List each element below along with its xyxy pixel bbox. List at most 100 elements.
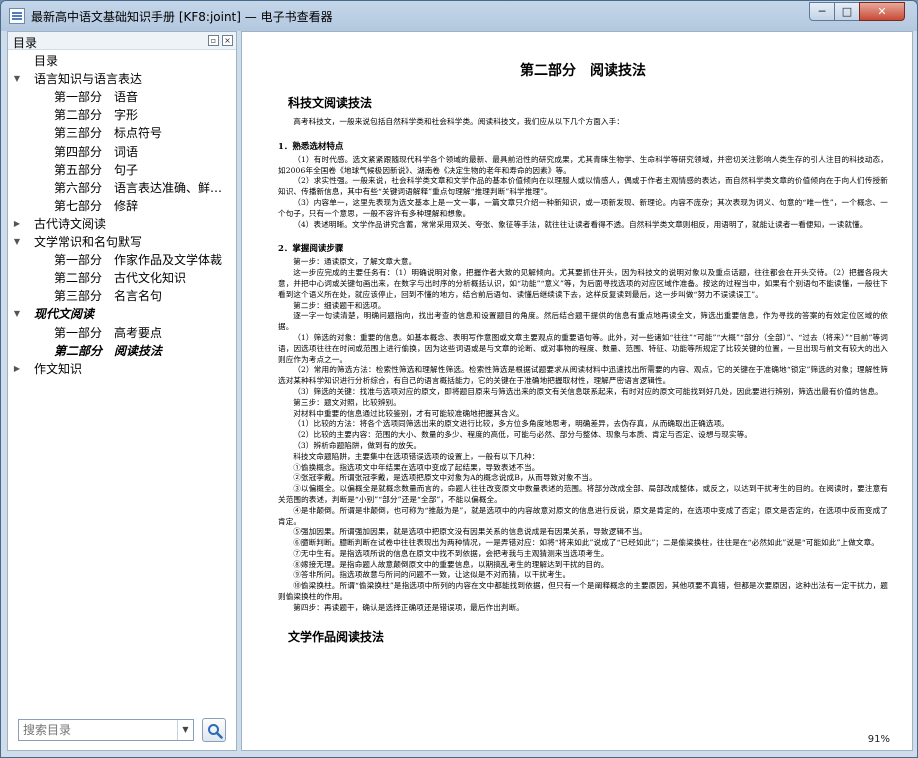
maximize-button[interactable]: □: [834, 2, 860, 21]
body-paragraph: ⑧嫁接无理。是指命题人故意颠倒原文中的重要信息，以期搞乱考生的理解达到干扰的目的…: [293, 559, 609, 569]
expanded-arrow-icon[interactable]: ▼: [12, 305, 22, 323]
toc-item[interactable]: 第一部分 高考要点: [54, 324, 234, 342]
body-paragraph: （2）求实性强。一般来说，社会科学类文章和文学作品的基本价值倾向在以理服人或以情…: [278, 176, 888, 197]
body-paragraph: 这一步应完成的主要任务有：（1）明确说明对象，把握作者大致的见解倾向。尤其要抓住…: [278, 268, 888, 299]
expanded-arrow-icon[interactable]: ▼: [12, 70, 22, 88]
toc-search-input[interactable]: [19, 720, 177, 740]
body-paragraph: 第二步：细读题干和选项。: [293, 300, 386, 310]
body-paragraph: （4）表述明晰。文学作品讲究含蓄，常常采用双关、夸张、象征等手法，就往往让读者看…: [293, 219, 868, 229]
toc-item[interactable]: 第四部分 词语: [54, 143, 234, 161]
toc-item[interactable]: 第三部分 名言名句: [54, 287, 234, 305]
body-paragraph: 第三步：题文对照，比较辨别。: [293, 397, 401, 407]
toc-item-label: 标点符号: [114, 126, 163, 141]
body-paragraph: （2）常用的筛选方法：检索性筛选和理解性筛选。检索性筛选是根据试题要求从阅读材料…: [278, 365, 888, 386]
toc-item-label: 句子: [114, 162, 139, 177]
toc-item-label: 语音: [114, 90, 139, 105]
toc-item[interactable]: 第一部分 语音: [54, 88, 234, 106]
toc-item-label: 名言名句: [114, 289, 163, 304]
book-viewer-icon: [9, 8, 25, 24]
toc-item-label: 阅读技法: [114, 343, 163, 358]
toc-tree: 目录 ▼ 语言知识与语言表达 第一部分 语音 第二部分 字形 第三部分 标点符号 第四部分 词语 第五…: [8, 52, 236, 732]
body-paragraph: ⑥臆断判断。臆断判断在试卷中往往表现出为两种情况，一是弄错对应：如将“将来如此”…: [293, 538, 879, 548]
toc-item-label: 目录: [34, 54, 59, 68]
toc-item-part: 第一部分: [54, 253, 103, 268]
collapsed-arrow-icon[interactable]: ▶: [12, 360, 22, 378]
toc-item[interactable]: 第七部分 修辞: [54, 197, 234, 215]
body-paragraph: 科技文命题陷阱，主要集中在选项错误选项的设置上，一般有以下几种：: [293, 451, 540, 461]
body-paragraph: 第一步：通读原文，了解文章大意。: [293, 257, 417, 267]
minimize-button[interactable]: ─: [809, 2, 835, 21]
toc-item[interactable]: ▶ 作文知识: [12, 360, 234, 378]
toc-item-part: 第二部分: [54, 271, 103, 286]
toc-item[interactable]: 第六部分 语言表达准确、鲜…: [54, 179, 234, 197]
collapsed-arrow-icon[interactable]: ▶: [12, 215, 22, 233]
toc-item[interactable]: ▼ 文学常识和名句默写: [12, 233, 234, 251]
body-paragraph: （1）比较的方法：将各个选项同筛选出来的原文进行比较，多方位多角度地思考，明确差…: [293, 419, 729, 429]
body-paragraph: ④是非颠倒。所谓是非颠倒，也可称为“推敲为是”，就是选项中的内容故意对原文的信息…: [278, 505, 888, 526]
toc-item-part: 第二部分: [54, 108, 103, 123]
body-paragraph: （3）内容单一，这里先表现为选文基本上是一文一事，一篇文章只介绍一种新知识，或一…: [278, 197, 888, 218]
chapter-title: 第二部分 阅读技法: [520, 63, 646, 79]
paragraph-group-2: 第一步：通读原文，了解文章大意。 这一步应完成的主要任务有：（1）明确说明对象，把…: [278, 257, 888, 613]
toc-item[interactable]: ▼ 现代文阅读: [12, 305, 234, 323]
toc-item-label: 修辞: [114, 198, 139, 213]
body-paragraph: （3）筛选的关键：找准与选项对应的原文，即将题目原来与筛选出来的原文有关信息联系…: [293, 386, 883, 396]
close-window-button[interactable]: ✕: [859, 2, 905, 21]
body-paragraph: （3）辨析命题陷阱，做到有的放矢。: [293, 440, 422, 450]
chevron-down-icon[interactable]: ▼: [177, 720, 193, 740]
subheading-2: 2．掌握阅读步骤: [278, 244, 344, 255]
expanded-arrow-icon[interactable]: ▼: [12, 233, 22, 251]
toc-panel-title: 目录: [13, 36, 38, 50]
body-paragraph: ⑩偷梁换柱。所谓“偷梁换柱”是指选项中所列的内容在文中都能找到依据，但只有一个是…: [278, 581, 888, 602]
toc-item[interactable]: 第二部分 古代文化知识: [54, 269, 234, 287]
toc-item[interactable]: ▶ 古代诗文阅读: [12, 215, 234, 233]
search-button[interactable]: [202, 718, 226, 742]
app-window: 最新高中语文基础知识手册 [KF8:joint] — 电子书查看器 ─ □ ✕ …: [0, 0, 918, 758]
intro-paragraph: 高考科技文，一般来说包括自然科学类和社会科学类。阅读科技文，我们应从以下几个方面…: [293, 117, 625, 126]
body-paragraph: ①偷换概念。指选项文中年结果在选项中变成了起结果，导致表述不当。: [293, 462, 540, 472]
toc-item-label: 文学常识和名句默写: [34, 235, 143, 249]
section-heading: 科技文阅读技法: [288, 96, 373, 110]
toc-panel-header: 目录 ▫ ×: [8, 32, 236, 50]
toc-item-label: 高考要点: [114, 325, 163, 340]
subheading-1: 1．熟悉选材特点: [278, 141, 344, 152]
toc-item-part: 第五部分: [54, 162, 103, 177]
body-paragraph: ⑦无中生有。是指选项所说的信息在原文中找不到依据，会把考我与主观猜测来当选项考生…: [293, 548, 609, 558]
toc-item-label: 古代诗文阅读: [34, 216, 107, 231]
body-paragraph: 逐一字一句读清楚，明确问题指向，找出考查的信息和设置题目的角度。然后结合题干提供…: [278, 311, 888, 332]
toc-item-label: 古代文化知识: [114, 271, 187, 286]
title-bar[interactable]: 最新高中语文基础知识手册 [KF8:joint] — 电子书查看器 ─ □ ✕: [1, 1, 917, 31]
toc-item-label: 语言知识与语言表达: [34, 72, 143, 87]
toc-item-part: 第三部分: [54, 126, 103, 141]
document-page: 第二部分 阅读技法 科技文阅读技法 高考科技文，一般来说包括自然科学类和社会科学…: [278, 60, 888, 645]
toc-item-part: 第三部分: [54, 289, 103, 304]
toc-item-part: 第六部分: [54, 180, 103, 195]
toc-item[interactable]: 目录: [12, 52, 234, 70]
toc-item[interactable]: 第一部分 作家作品及文学体裁: [54, 251, 234, 269]
toc-item[interactable]: 第三部分 标点符号: [54, 124, 234, 142]
float-panel-icon[interactable]: ▫: [208, 35, 219, 46]
search-icon: [208, 724, 223, 739]
toc-item-label: 作文知识: [34, 361, 83, 376]
toc-item[interactable]: 第二部分 字形: [54, 106, 234, 124]
toc-search-box[interactable]: ▼: [18, 719, 194, 741]
body-paragraph: 第四步：再读题干，确认是选择正确项还是错误项，最后作出判断。: [293, 602, 524, 612]
toc-item-label: 字形: [114, 108, 139, 123]
window-title: 最新高中语文基础知识手册 [KF8:joint] — 电子书查看器: [31, 10, 333, 24]
body-paragraph: （1）筛选的对象：重要的信息。如基本概念、表明写作意图或文章主要观点的重要语句等…: [278, 332, 888, 364]
paragraph-group-1: （1）有时代感。选文紧紧跟随现代科学各个领域的最新、最具前沿性的研究成果，尤其青…: [278, 155, 888, 231]
body-paragraph: 对材料中重要的信息通过比较鉴别，才有可能较准确地把握其含义。: [293, 408, 524, 418]
toc-item[interactable]: 第二部分 阅读技法: [54, 342, 234, 360]
toc-item[interactable]: 第五部分 句子: [54, 161, 234, 179]
toc-item-part: 第一部分: [54, 90, 103, 105]
body-paragraph: ③以偏概全。以偏概全是就概念数量而言的，命题人往往改变原文中数量表述的范围。将部…: [278, 484, 888, 504]
toc-item-label: 现代文阅读: [34, 307, 95, 322]
section-heading-2: 文学作品阅读技法: [288, 629, 385, 644]
document-view[interactable]: 第二部分 阅读技法 科技文阅读技法 高考科技文，一般来说包括自然科学类和社会科学…: [241, 31, 913, 751]
body-paragraph: ②张冠李戴。所谓张冠李戴，是选项把原文中对象为A的概念说成B，从而导致对象不当。: [293, 473, 597, 483]
body-paragraph: ⑤强加因果。所谓强加因果，就是选项中把原文没有因果关系的信息说成是有因果关系，导…: [293, 527, 648, 537]
body-paragraph: （1）有时代感。选文紧紧跟随现代科学各个领域的最新、最具前沿性的研究成果，尤其青…: [278, 154, 888, 175]
toc-item-part: 第二部分: [54, 343, 103, 358]
close-panel-icon[interactable]: ×: [222, 35, 233, 46]
toc-item[interactable]: ▼ 语言知识与语言表达: [12, 70, 234, 88]
